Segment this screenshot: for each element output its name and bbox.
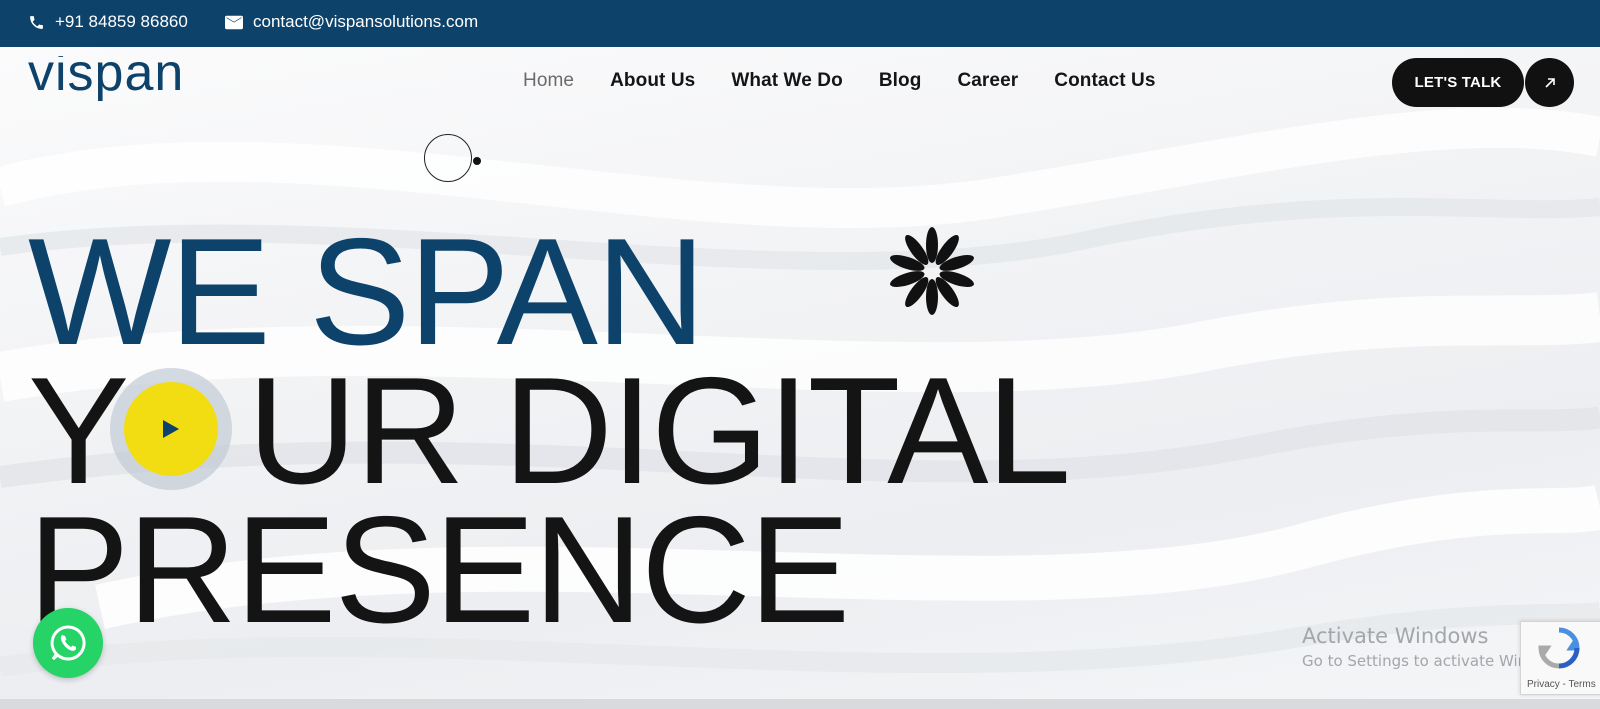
main-nav: Home About Us What We Do Blog Career Con… [523,70,1192,92]
arrow-up-right-icon [1544,77,1555,88]
play-icon [163,420,179,438]
vispan-logo[interactable]: vispan [28,56,260,108]
lets-talk-arrow-button[interactable] [1525,58,1574,107]
logo-text: vispan [28,56,184,102]
email-link[interactable]: contact@vispansolutions.com [225,12,478,32]
phone-link[interactable]: +91 84859 86860 [28,12,188,32]
phone-icon [30,15,43,29]
email-address: contact@vispansolutions.com [253,12,479,31]
nav-about-us[interactable]: About Us [610,70,695,92]
phone-number: +91 84859 86860 [55,12,188,31]
hero-line-3: PRESENCE [28,485,850,655]
asterisk-icon [890,227,974,315]
nav-what-we-do[interactable]: What We Do [731,70,842,92]
cursor-ring [424,134,472,182]
nav-career[interactable]: Career [957,70,1018,92]
mail-icon [225,15,243,29]
nav-contact-us[interactable]: Contact Us [1054,70,1155,92]
recaptcha-badge[interactable]: Privacy - Terms [1520,621,1600,695]
recaptcha-links[interactable]: Privacy - Terms [1527,679,1596,690]
lets-talk-button[interactable]: LET'S TALK [1392,58,1524,107]
play-button-inner [124,382,218,476]
recaptcha-icon [1538,627,1580,669]
nav-blog[interactable]: Blog [879,70,922,92]
play-video-button[interactable] [110,368,232,490]
bottom-strip [0,699,1600,709]
nav-home[interactable]: Home [523,70,574,92]
whatsapp-icon [50,625,86,661]
whatsapp-button[interactable] [33,608,103,678]
cursor-dot [473,157,481,165]
contact-topbar: +91 84859 86860 contact@vispansolutions.… [0,0,1600,47]
